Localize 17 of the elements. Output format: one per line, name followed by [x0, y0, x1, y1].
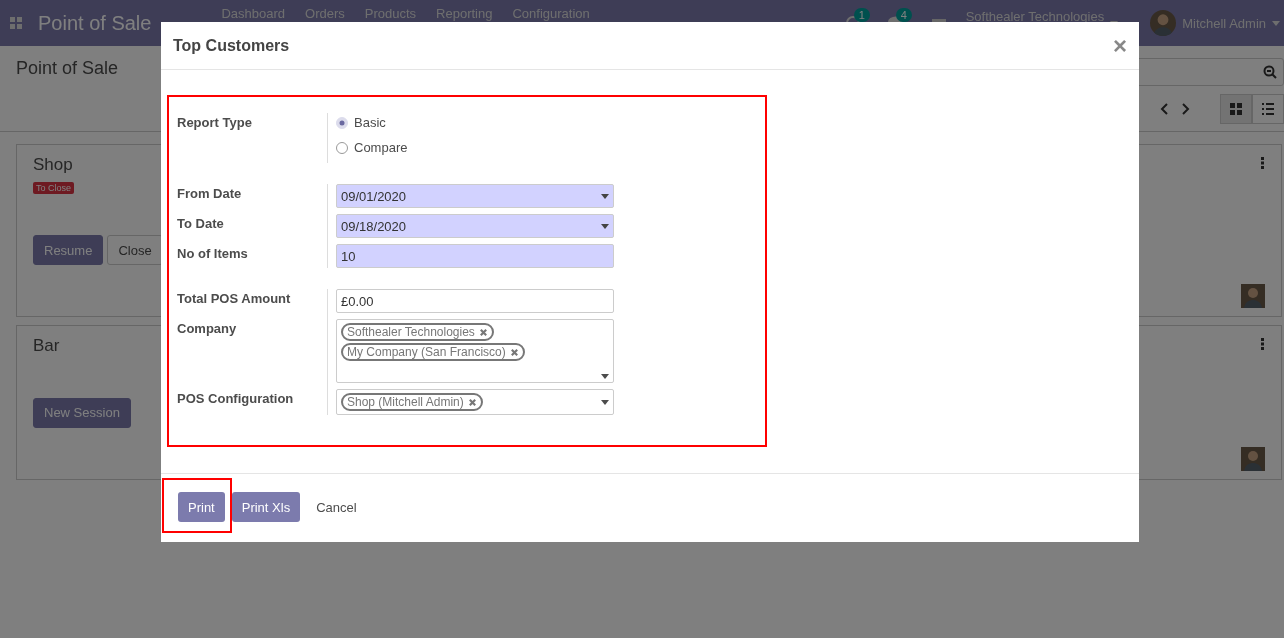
field-label: Company [177, 320, 238, 338]
tag: My Company (San Francisco) [341, 343, 525, 361]
app-title: Point of Sale [38, 11, 152, 35]
message-count: 4 [895, 8, 912, 22]
tag: Shop (Mitchell Admin) [341, 393, 483, 411]
field-label: Total POS Amount [177, 290, 292, 308]
dialog-title: Top Customers [173, 36, 290, 55]
field-label: From Date [177, 185, 243, 203]
activity-count: 1 [853, 8, 870, 22]
tag: Softhealer Technologies [341, 323, 494, 341]
field-label: POS Configuration [177, 390, 295, 408]
card-title: Shop [33, 155, 73, 175]
status-badge: To Close [33, 182, 74, 194]
field-label: To Date [177, 215, 225, 233]
field-label: No of Items [177, 245, 249, 263]
card-title: Bar [33, 336, 60, 356]
field-label: Report Type [177, 114, 253, 132]
